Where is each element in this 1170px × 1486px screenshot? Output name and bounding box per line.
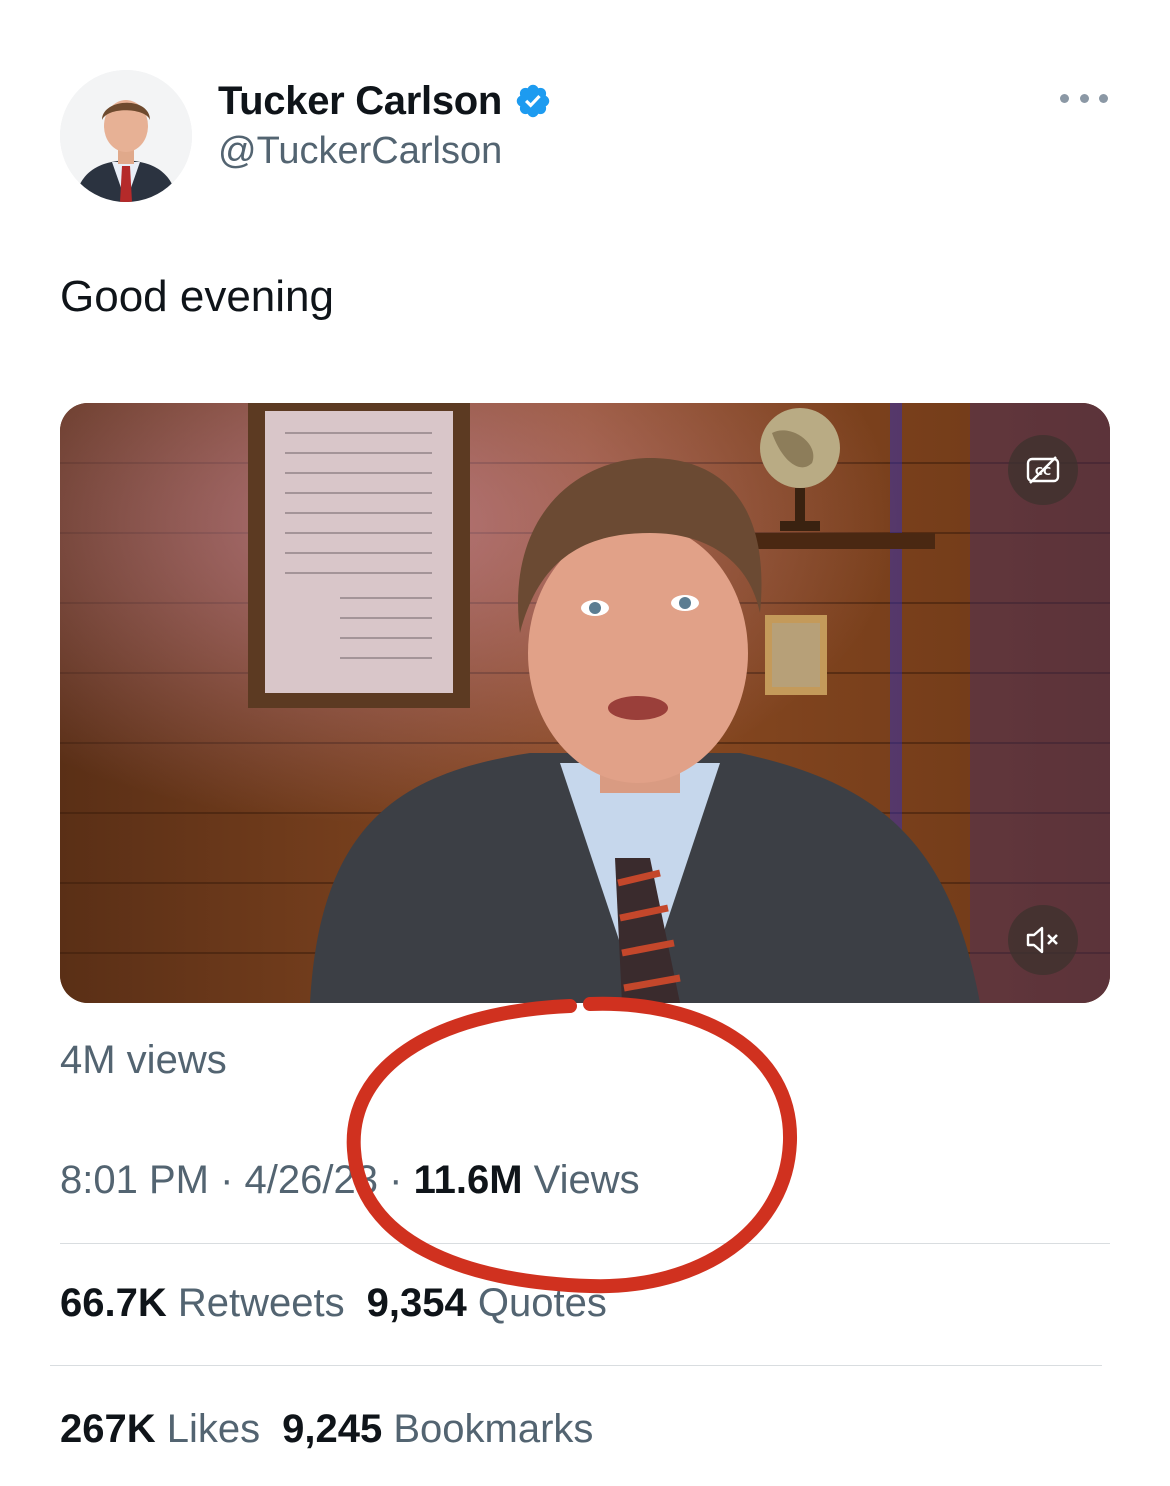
retweets-stat[interactable]: 66.7K Retweets — [60, 1281, 345, 1325]
likes-count: 267K — [60, 1407, 156, 1451]
tweet-text: Good evening — [60, 272, 334, 321]
engagement-row-likes: 267K Likes 9,245 Bookmarks — [60, 1407, 593, 1452]
separator-dot: · — [389, 1158, 414, 1202]
divider — [50, 1365, 1102, 1366]
views-label: Views — [533, 1158, 640, 1202]
bookmarks-label: Bookmarks — [393, 1407, 594, 1451]
author-handle[interactable]: @TuckerCarlson — [218, 130, 502, 173]
author-name-row[interactable]: Tucker Carlson — [218, 76, 552, 126]
likes-label: Likes — [166, 1407, 261, 1451]
annotation-circle — [346, 996, 798, 1294]
likes-stat[interactable]: 267K Likes — [60, 1407, 260, 1451]
tweet-time[interactable]: 8:01 PM — [60, 1158, 209, 1202]
muted-speaker-icon[interactable] — [1008, 905, 1078, 975]
retweets-count: 66.7K — [60, 1281, 167, 1325]
retweets-label: Retweets — [177, 1281, 345, 1325]
author-name[interactable]: Tucker Carlson — [218, 79, 502, 124]
author-avatar[interactable] — [60, 70, 192, 202]
more-options-icon[interactable] — [1060, 86, 1108, 110]
divider — [60, 1243, 1110, 1244]
bookmarks-stat[interactable]: 9,245 Bookmarks — [282, 1407, 593, 1451]
quotes-label: Quotes — [477, 1281, 607, 1325]
quotes-count: 9,354 — [366, 1281, 467, 1325]
captions-off-icon[interactable]: CC — [1008, 435, 1078, 505]
engagement-row-shares: 66.7K Retweets 9,354 Quotes — [60, 1281, 607, 1326]
verified-badge-icon — [514, 82, 552, 120]
separator-dot: · — [220, 1158, 245, 1202]
views-count: 11.6M — [413, 1158, 523, 1202]
quotes-stat[interactable]: 9,354 Quotes — [367, 1281, 607, 1325]
tweet-meta-row: 8:01 PM · 4/26/23 · 11.6M Views — [60, 1158, 640, 1203]
video-frame — [60, 403, 1110, 1003]
tweet-date[interactable]: 4/26/23 — [245, 1158, 378, 1202]
bookmarks-count: 9,245 — [282, 1407, 383, 1451]
video-player[interactable]: CC — [60, 403, 1110, 1003]
video-view-count: 4M views — [60, 1038, 227, 1082]
avatar-photo — [60, 70, 192, 202]
